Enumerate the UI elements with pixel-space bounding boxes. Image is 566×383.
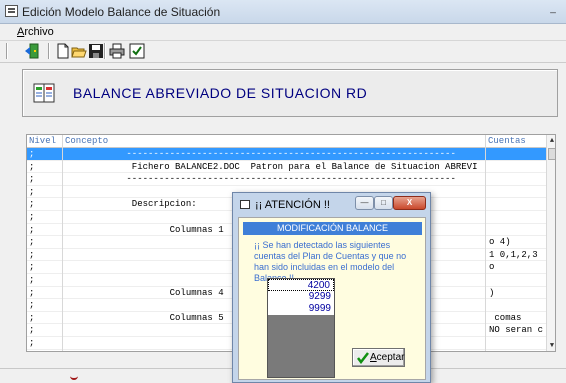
dialog-restore-button[interactable]: □ (374, 196, 393, 210)
cell-cuentas: o 4) (489, 237, 511, 248)
column-divider (62, 135, 63, 351)
dialog-titlebar[interactable]: ¡¡ ATENCIÓN !! — □ X (233, 193, 430, 217)
cell-nivel: ; (29, 224, 35, 235)
dialog-close-button[interactable]: X (393, 196, 426, 210)
toolbar (0, 41, 566, 62)
cell-nivel: ; (29, 275, 35, 285)
cell-nivel: ; (29, 351, 34, 352)
ledger-book-icon (33, 83, 55, 103)
cell-nivel: ; (29, 149, 35, 159)
cell-nivel: ; (29, 199, 35, 210)
grid-header: Nivel Concepto Cuentas (27, 135, 546, 148)
dialog-banner: MODIFICACIÓN BALANCE (243, 222, 422, 235)
print-icon[interactable] (109, 43, 125, 59)
list-item[interactable]: 4200 (268, 279, 334, 291)
minimize-button[interactable]: _ (546, 4, 560, 16)
cell-nivel: ; (29, 287, 35, 298)
table-row[interactable]: ; Fichero BALANCE2.DOC Patron para el Ba… (27, 161, 546, 174)
column-header-concepto[interactable]: Concepto (65, 136, 108, 146)
cell-nivel: ; (29, 212, 35, 222)
list-item[interactable]: 9999 (268, 303, 334, 315)
accept-button[interactable]: Aceptar (352, 348, 405, 367)
accept-button-label: Aceptar (370, 352, 405, 363)
cell-nivel: ; (29, 249, 35, 260)
save-icon[interactable] (88, 43, 104, 59)
toolbar-separator (104, 43, 106, 59)
background-logo-fragment (70, 370, 78, 380)
toolbar-separator (48, 43, 50, 59)
menu-bar: Archivo (0, 24, 566, 41)
dialog-body: MODIFICACIÓN BALANCE ¡¡ Se han detectado… (238, 217, 426, 380)
table-row[interactable]: ; --------------------------------------… (27, 148, 546, 161)
cell-cuentas: comas (489, 312, 522, 323)
page-title: BALANCE ABREVIADO DE SITUACION RD (73, 85, 368, 101)
checkbox-icon[interactable] (129, 43, 145, 59)
cell-nivel: ; (29, 186, 35, 197)
accounts-list[interactable]: 4200 9299 9999 (267, 278, 335, 378)
scroll-up-icon[interactable]: ▲ (547, 135, 555, 147)
dialog-window-icon (240, 200, 250, 209)
dialog-title: ¡¡ ATENCIÓN !! (255, 199, 330, 211)
column-divider (485, 135, 486, 351)
cell-concepto: ----------------------------------------… (67, 174, 456, 185)
window-title: Edición Modelo Balance de Situación (22, 5, 221, 19)
grid-scrollbar[interactable]: ▲ ▼ (546, 135, 555, 351)
new-file-icon[interactable] (55, 43, 71, 59)
cell-nivel: ; (29, 338, 35, 348)
dialog-minimize-button[interactable]: — (355, 196, 374, 210)
open-folder-icon[interactable] (71, 43, 87, 59)
cell-nivel: ; (29, 300, 35, 311)
app-window: Edición Modelo Balance de Situación _ Ar… (0, 0, 566, 383)
cell-nivel: ; (29, 174, 35, 185)
cell-nivel: ; (29, 237, 35, 248)
cell-nivel: ; (29, 312, 35, 323)
attention-dialog: ¡¡ ATENCIÓN !! — □ X MODIFICACIÓN BALANC… (232, 192, 431, 383)
check-icon (357, 352, 369, 364)
scroll-thumb[interactable] (548, 148, 555, 160)
cell-nivel: ; (29, 161, 35, 172)
list-item[interactable]: 9299 (268, 291, 334, 303)
cell-concepto: Fichero BALANCE2.DOC Patron para el Bala… (67, 161, 478, 172)
exit-icon[interactable] (24, 43, 40, 59)
table-row[interactable]: ; --------------------------------------… (27, 173, 546, 186)
cell-nivel: ; (29, 325, 35, 336)
scroll-down-icon[interactable]: ▼ (547, 340, 555, 351)
header-panel: BALANCE ABREVIADO DE SITUACION RD (22, 69, 558, 117)
cell-cuentas: ) (489, 287, 495, 298)
app-window-icon (5, 5, 18, 17)
cell-cuentas: o (489, 262, 495, 273)
window-titlebar[interactable]: Edición Modelo Balance de Situación _ (0, 0, 566, 24)
toolbar-separator (6, 43, 8, 59)
column-header-nivel[interactable]: Nivel (29, 136, 56, 146)
menu-archivo[interactable]: Archivo (17, 26, 54, 38)
cell-nivel: ; (29, 262, 35, 273)
cell-cuentas: NO seran c (489, 325, 544, 336)
column-header-cuentas[interactable]: Cuentas (488, 136, 526, 146)
cell-cuentas: 1 0,1,2,3 (489, 249, 538, 260)
cell-concepto: ----------------------------------------… (67, 149, 456, 159)
